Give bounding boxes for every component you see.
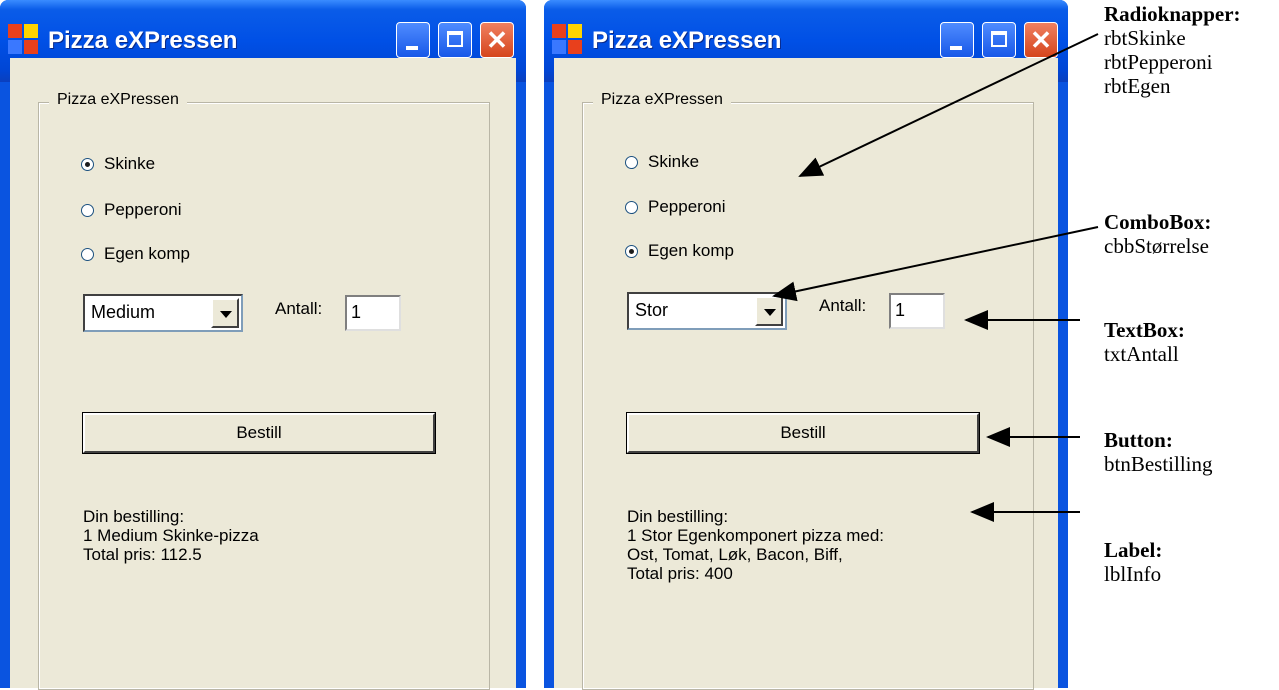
arrow-combobox <box>772 226 1099 302</box>
arrow-radiobuttons <box>798 33 1099 177</box>
annotation-arrows <box>772 33 1099 522</box>
